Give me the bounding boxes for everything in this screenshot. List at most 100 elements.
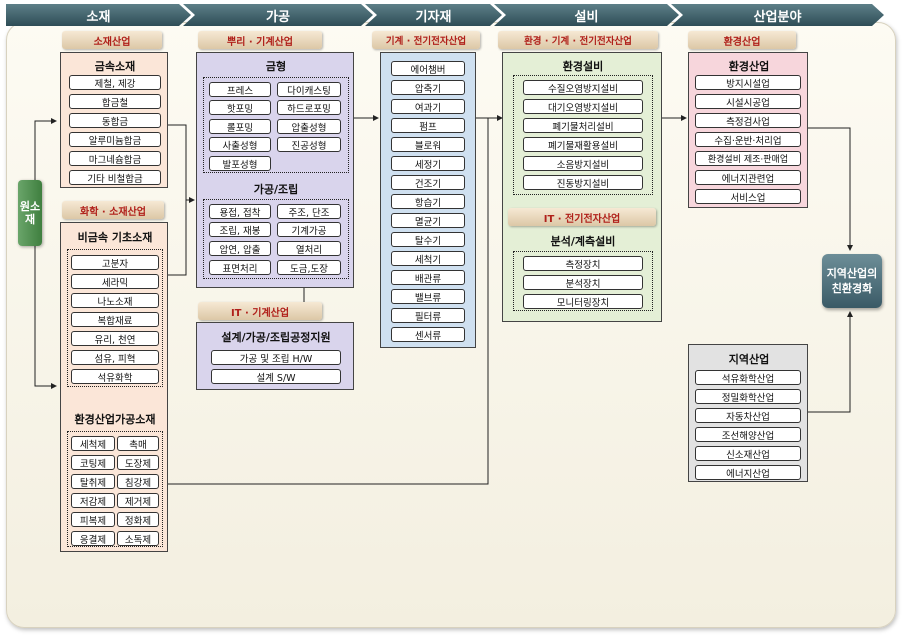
envfac-item: 소음방지설비 <box>523 156 643 171</box>
equipment-item: 센서류 <box>391 327 465 342</box>
equipment-item: 탈수기 <box>391 232 465 247</box>
region-item: 정밀화학산업 <box>695 389 801 404</box>
measure-item: 측정장치 <box>523 256 643 271</box>
eco-friendly-goal-node: 지역산업의 친환경화 <box>822 254 882 308</box>
tab-it-machine-industry: IT · 기계산업 <box>198 302 322 320</box>
envfac-item: 대기오염방지설비 <box>523 99 643 114</box>
envmat-item: 응결제 <box>71 531 115 546</box>
mold-item: 다이캐스팅 <box>277 82 341 97</box>
mold-item: 하드로포밍 <box>277 100 341 115</box>
envind-item: 수집·운반·처리업 <box>695 132 801 147</box>
metal-item: 동합금 <box>69 113 161 128</box>
equipment-item: 세척기 <box>391 251 465 266</box>
measure-title: 분석/계측설비 <box>550 235 616 248</box>
metal-item: 알루미늄합금 <box>69 132 161 147</box>
mold-title: 금형 <box>265 60 287 73</box>
nonmetal-item: 석유화학 <box>71 369 159 384</box>
equipment-item: 건조기 <box>391 175 465 190</box>
equipment-box: 에어챔버 압축기 여과기 펌프 블로워 세정기 건조기 항습기 멸균기 탈수기 … <box>380 52 476 348</box>
nonmetal-item: 섬유, 피혁 <box>71 350 159 365</box>
tab-env-industry: 환경산업 <box>688 31 796 49</box>
envfac-title: 환경설비 <box>562 60 604 73</box>
envind-item: 측정검사업 <box>695 113 801 128</box>
equipment-item: 여과기 <box>391 99 465 114</box>
regional-industry-box: 지역산업 석유화학산업 정밀화학산업 자동차산업 조선해양산업 신소재산업 에너… <box>688 344 808 482</box>
envfac-item: 폐기물재활용설비 <box>523 137 643 152</box>
process-title: 가공/조립 <box>253 183 299 196</box>
tab-material-industry: 소재산업 <box>62 31 162 49</box>
metal-item: 제철, 제강 <box>69 75 161 90</box>
metal-item: 마그네슘합금 <box>69 151 161 166</box>
nonmetal-material-box: 비금속 기초소재 고분자 세라믹 나노소재 복합재료 유리, 천연 섬유, 피혁… <box>60 222 168 552</box>
nonmetal-item: 유리, 천연 <box>71 331 159 346</box>
envind-title: 환경산업 <box>728 60 770 73</box>
envind-item: 시설시공업 <box>695 94 801 109</box>
envmat-title: 환경산업가공소재 <box>74 413 156 426</box>
equipment-item: 배관류 <box>391 270 465 285</box>
region-item: 자동차산업 <box>695 408 801 423</box>
envind-item: 에너지관련업 <box>695 170 801 185</box>
mold-item: 진공성형 <box>277 137 341 152</box>
metal-item: 합금철 <box>69 94 161 109</box>
equipment-item: 필터류 <box>391 308 465 323</box>
equipment-item: 펌프 <box>391 118 465 133</box>
process-item: 압연, 압출 <box>209 241 271 256</box>
processing-box: 금형 프레스 다이캐스팅 핫포밍 하드로포밍 롤포밍 압출성형 사출성형 진공성… <box>196 52 354 288</box>
envmat-item: 코팅제 <box>71 455 115 470</box>
metal-title: 금속소재 <box>94 60 136 73</box>
nonmetal-item: 나노소재 <box>71 293 159 308</box>
env-industry-box: 환경산업 방지시설업 시설시공업 측정검사업 수집·운반·처리업 환경설비 제조… <box>688 52 808 208</box>
metal-item: 기타 비철합금 <box>69 170 161 185</box>
nonmetal-title: 비금속 기초소재 <box>77 231 153 244</box>
equipment-item: 밸브류 <box>391 289 465 304</box>
envmat-item: 도장제 <box>117 455 159 470</box>
region-item: 석유화학산업 <box>695 370 801 385</box>
measure-item: 분석장치 <box>523 275 643 290</box>
tab-env-machine-electric-industry: 환경 · 기계 · 전기전자산업 <box>498 31 658 49</box>
envind-item: 환경설비 제조·판매업 <box>695 151 801 166</box>
facility-box: 환경설비 수질오염방지설비 대기오염방지설비 폐기물처리설비 폐기물재활용설비 … <box>502 52 662 322</box>
design-support-item: 가공 및 조립 H/W <box>211 350 341 365</box>
mold-item: 롤포밍 <box>209 119 271 134</box>
equipment-item: 에어챔버 <box>391 61 465 76</box>
tab-machine-electric-industry: 기계 · 전기전자산업 <box>372 31 480 49</box>
process-item: 조립, 재봉 <box>209 222 271 237</box>
envmat-item: 촉매 <box>117 436 159 451</box>
region-item: 에너지산업 <box>695 465 801 480</box>
design-support-box: 설계/가공/조립공정지원 가공 및 조립 H/W 설계 S/W <box>196 322 354 390</box>
process-item: 열처리 <box>277 241 341 256</box>
tab-root-machine-industry: 뿌리 · 기계산업 <box>198 31 322 49</box>
equipment-item: 항습기 <box>391 194 465 209</box>
envmat-item: 피복제 <box>71 512 115 527</box>
envind-item: 방지시설업 <box>695 75 801 90</box>
equipment-item: 멸균기 <box>391 213 465 228</box>
design-support-title: 설계/가공/조립공정지원 <box>221 331 331 344</box>
envmat-item: 침강제 <box>117 474 159 489</box>
process-item: 기계가공 <box>277 222 341 237</box>
envmat-item: 세척제 <box>71 436 115 451</box>
region-item: 조선해양산업 <box>695 427 801 442</box>
design-support-item: 설계 S/W <box>211 369 341 384</box>
process-item: 주조, 단조 <box>277 204 341 219</box>
region-item: 신소재산업 <box>695 446 801 461</box>
tab-chemical-industry: 화학 · 소재산업 <box>62 201 164 219</box>
industry-flow-diagram: 소재 가공 기자재 설비 산업분야 원소재 소재산업 금속소재 제철, 제강 합… <box>0 0 904 636</box>
process-item: 도금,도장 <box>277 260 341 275</box>
process-item: 용접, 접착 <box>209 204 271 219</box>
process-item: 표면처리 <box>209 260 271 275</box>
envmat-item: 탈취제 <box>71 474 115 489</box>
mold-item: 압출성형 <box>277 119 341 134</box>
envfac-item: 폐기물처리설비 <box>523 118 643 133</box>
envmat-item: 소독제 <box>117 531 159 546</box>
source-material-node: 원소재 <box>18 180 42 246</box>
metal-material-box: 금속소재 제철, 제강 합금철 동합금 알루미늄합금 마그네슘합금 기타 비철합… <box>60 52 168 188</box>
nonmetal-item: 고분자 <box>71 255 159 270</box>
envfac-item: 수질오염방지설비 <box>523 80 643 95</box>
measure-item: 모니터링장치 <box>523 294 643 309</box>
mold-item: 핫포밍 <box>209 100 271 115</box>
envmat-item: 제거제 <box>117 493 159 508</box>
nonmetal-item: 세라믹 <box>71 274 159 289</box>
envfac-item: 진동방지설비 <box>523 175 643 190</box>
envind-item: 서비스업 <box>695 189 801 204</box>
envmat-item: 정화제 <box>117 512 159 527</box>
